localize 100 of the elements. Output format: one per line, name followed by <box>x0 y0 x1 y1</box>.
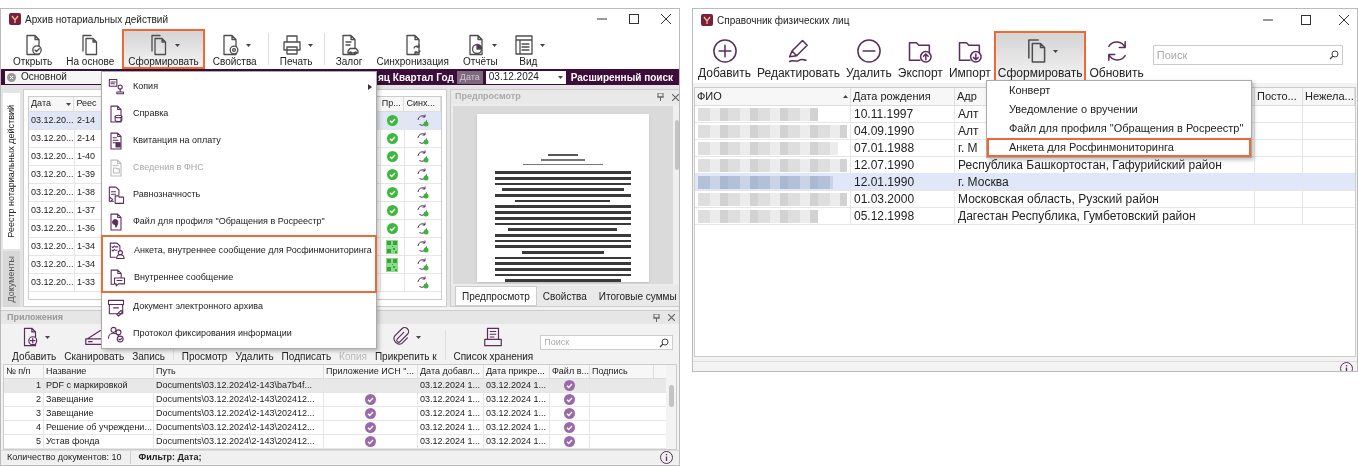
table-row[interactable]: 5 Устав фонда Documents\03.12.2024\2-143\202412... 03.12.2024 1... 03.12.2024 1... <box>4 435 666 449</box>
toolbar-button[interactable]: Вид <box>505 29 551 69</box>
toolbar-button[interactable]: Удалить <box>842 31 895 83</box>
column-header[interactable]: Нежела... <box>1305 88 1354 105</box>
table-cell-text: 03.12.2024 1... <box>486 434 547 448</box>
pin-icon[interactable] <box>653 313 660 322</box>
table-cell-text: 2-14 <box>77 113 95 127</box>
scrollbar[interactable] <box>672 106 679 284</box>
table-row[interactable]: 1 PDF с маркировкой Documents\03.12.2024\2-143\ba7b4f... 03.12.2024 1... 03.12.2024 1... <box>4 379 666 393</box>
column-header[interactable]: Название <box>46 364 87 379</box>
table-row[interactable]: 05.12.1998 Дагестан Республика, Гумбетовский район <box>695 208 1355 225</box>
close-icon[interactable] <box>1339 15 1349 25</box>
maximize-icon[interactable] <box>629 14 639 24</box>
toolbar-button[interactable]: Свойства <box>206 29 263 69</box>
column-header[interactable]: Дата прикре... <box>486 364 545 379</box>
column-header[interactable]: Пр... <box>381 97 401 111</box>
table-cell-text: 03.12.20... <box>31 257 74 271</box>
toolbar-button[interactable]: На основе <box>60 29 121 69</box>
menu-item[interactable]: Справка <box>102 100 376 127</box>
toolbar-button[interactable]: Экспорт <box>894 31 946 83</box>
column-header[interactable]: Адр <box>957 88 977 105</box>
menu-item[interactable]: Анкета, внутреннее сообщение для Росфинмониторинга <box>103 237 376 264</box>
sync-status-icon <box>416 132 430 145</box>
period-link[interactable]: Год <box>436 69 454 85</box>
toolbar-button[interactable]: Добавить <box>9 326 60 364</box>
table-cell-text: 03.12.2024 1... <box>486 378 547 392</box>
toolbar-button[interactable]: Обновить <box>1086 31 1147 83</box>
table-row[interactable]: 12.01.1990 г. Москва <box>695 174 1355 191</box>
period-link[interactable]: яц <box>377 69 390 85</box>
advanced-search-link[interactable]: Расширенный поиск <box>570 69 673 85</box>
table-row[interactable]: 3 Завещание Documents\03.12.2024\2-143\202412... 03.12.2024 1... 03.12.2024 1... <box>4 407 666 421</box>
table-cell-text: 4 <box>36 420 41 434</box>
toolbar-button[interactable]: Печать <box>273 29 319 69</box>
column-header[interactable]: Посто... <box>1257 88 1297 105</box>
menu-item[interactable]: Уведомление о вручении <box>987 100 1251 119</box>
table-cell-text: 2-14 <box>77 131 95 145</box>
clear-icon[interactable] <box>7 72 16 82</box>
toolbar-button[interactable]: Редактировать <box>754 31 843 83</box>
column-header[interactable]: Дата добавл... <box>420 364 480 379</box>
toolbar-button[interactable]: Залог <box>329 29 369 69</box>
table-cell-text: 03.12.20... <box>31 167 74 181</box>
side-tab[interactable]: Документы <box>3 251 20 307</box>
sync-status-icon <box>416 222 430 235</box>
column-header[interactable]: Подпись <box>592 364 628 379</box>
window-title: Справочник физических лиц <box>717 13 850 28</box>
panel-title: Приложения <box>6 310 63 324</box>
menu-item[interactable]: Анкета для Росфинмониторинга <box>987 138 1251 157</box>
table-row[interactable]: 01.03.2000 Московская область, Рузский район <box>695 191 1355 208</box>
column-header[interactable]: Синх... <box>406 97 435 111</box>
table-cell-text: 3 <box>36 406 41 420</box>
toolbar-button[interactable]: Добавить <box>695 31 755 83</box>
table-cell-text: 03.12.20... <box>31 275 74 289</box>
menu-item[interactable]: Документ электронного архива <box>102 293 376 320</box>
table-cell-text: Решение об учреждени... <box>46 420 152 434</box>
table-cell-text: 5 <box>36 434 41 448</box>
table-cell-text: Устав фонда <box>46 434 100 448</box>
column-header[interactable]: Дата <box>31 97 51 111</box>
panel-tab[interactable]: Свойства <box>536 286 593 306</box>
table-cell-text: 1-34 <box>77 257 95 271</box>
menu-item[interactable]: Квитанция на оплату <box>102 127 376 154</box>
side-tab[interactable]: Реестр нотариальных действий <box>3 93 20 249</box>
column-header[interactable]: Дата рождения <box>853 88 931 105</box>
toolbar-button[interactable]: Сформировать <box>122 29 205 69</box>
toolbar-button[interactable]: Открыть <box>7 29 59 69</box>
toolbar-button[interactable]: Сформировать <box>993 31 1087 83</box>
search-icon[interactable] <box>659 337 669 348</box>
column-header[interactable]: Путь <box>156 364 176 379</box>
column-header[interactable]: Файл в... <box>552 364 589 379</box>
table-cell-text: 1-38 <box>77 185 95 199</box>
table-row[interactable]: 4 Решение об учреждени... Documents\03.12.2024\2-143\202412... 03.12.2024 1... 03.12.2024 1... <box>4 421 666 435</box>
table-cell-text: 10.11.1997 <box>854 106 914 123</box>
info-icon[interactable] <box>660 451 673 464</box>
toolbar-button[interactable]: Синхронизация <box>370 29 455 69</box>
menu-item: Сведения в ФНС <box>102 154 376 181</box>
menu-item[interactable]: Конверт <box>987 81 1251 100</box>
toolbar-button[interactable]: Список хранения <box>450 326 537 364</box>
close-icon[interactable] <box>661 14 671 24</box>
table-cell-text: PDF с маркировкой <box>46 378 128 392</box>
column-header[interactable]: № п/п <box>6 364 31 379</box>
scrollbar[interactable] <box>666 365 676 449</box>
panel-tab[interactable]: Предпросмотр <box>455 286 537 306</box>
maximize-icon[interactable] <box>1301 15 1311 25</box>
table-row[interactable]: 2 Завещание Documents\03.12.2024\2-143\202412... 03.12.2024 1... 03.12.2024 1... <box>4 393 666 407</box>
menu-item[interactable]: Равнозначность <box>102 181 376 208</box>
toolbar-button[interactable]: Импорт <box>945 31 994 83</box>
date-field[interactable]: 03.12.2024 <box>485 70 566 84</box>
pin-icon[interactable] <box>656 93 664 101</box>
period-link[interactable]: Квартал <box>392 69 434 85</box>
table-cell-text: 03.12.2024 1... <box>420 434 481 448</box>
column-header[interactable]: Реес <box>76 97 97 111</box>
menu-item[interactable]: Внутреннее сообщение <box>103 264 238 291</box>
dropdown-caret-icon <box>557 75 563 79</box>
search-icon[interactable] <box>1328 50 1339 60</box>
column-header[interactable]: Приложение ИСН "... <box>326 364 414 379</box>
panel-tab[interactable]: Итоговые суммы <box>592 286 679 306</box>
table-cell-text: 03.12.20... <box>31 221 74 235</box>
toolbar-button[interactable]: Отчёты <box>456 29 504 69</box>
menu-item[interactable]: Файл для профиля "Обращения в Росреестр" <box>102 208 376 235</box>
column-header[interactable]: ФИО <box>697 88 722 105</box>
sync-status-icon <box>416 114 430 127</box>
